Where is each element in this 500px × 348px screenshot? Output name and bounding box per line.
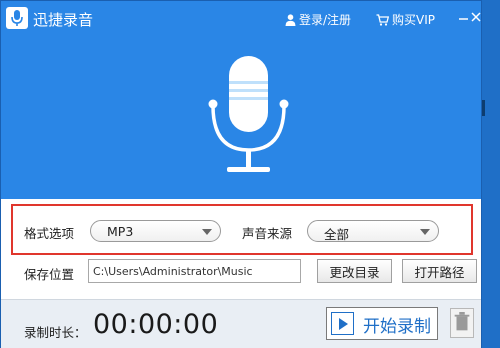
play-icon: [331, 312, 354, 335]
chevron-down-icon: [420, 229, 430, 235]
change-directory-button[interactable]: 更改目录: [317, 259, 392, 283]
format-label: 格式选项: [24, 226, 75, 241]
save-path-input[interactable]: [88, 259, 301, 283]
save-location-label: 保存位置: [24, 267, 75, 282]
app-title: 迅捷录音: [33, 11, 94, 29]
duration-timer: 00:00:00: [93, 309, 219, 340]
source-dropdown[interactable]: 全部: [307, 220, 439, 242]
login-register-link[interactable]: 登录/注册: [285, 11, 351, 28]
microphone-banner: [1, 36, 481, 199]
source-label: 声音来源: [242, 226, 293, 241]
app-logo-microphone-icon: [6, 7, 28, 29]
buy-vip-label: 购买VIP: [392, 13, 435, 27]
duration-label: 录制时长：: [24, 325, 87, 340]
microphone-icon: [208, 56, 289, 172]
buy-vip-link[interactable]: 购买VIP: [376, 11, 435, 28]
desktop-edge-mark: [482, 100, 485, 116]
recording-bar: 录制时长： 00:00:00 开始录制: [1, 299, 481, 348]
open-path-button[interactable]: 打开路径: [402, 259, 477, 283]
desktop-background: [482, 0, 500, 348]
login-register-label: 登录/注册: [299, 13, 352, 27]
start-recording-label: 开始录制: [363, 317, 431, 337]
cart-icon: [376, 13, 389, 26]
title-bar[interactable]: 迅捷录音 登录/注册 购买VIP: [1, 1, 481, 36]
chevron-down-icon: [202, 229, 212, 235]
trash-icon[interactable]: [450, 308, 474, 338]
start-recording-button[interactable]: 开始录制: [326, 307, 438, 340]
format-dropdown-value: MP3: [107, 224, 134, 239]
format-source-panel: 格式选项 MP3 声音来源 全部: [11, 204, 473, 255]
source-dropdown-value: 全部: [324, 227, 350, 242]
format-dropdown[interactable]: MP3: [90, 220, 221, 242]
recorder-window: 迅捷录音 登录/注册 购买VIP 格式选项 MP3 声音来源 全部 保存位置 C…: [0, 0, 482, 348]
user-icon: [285, 13, 296, 26]
